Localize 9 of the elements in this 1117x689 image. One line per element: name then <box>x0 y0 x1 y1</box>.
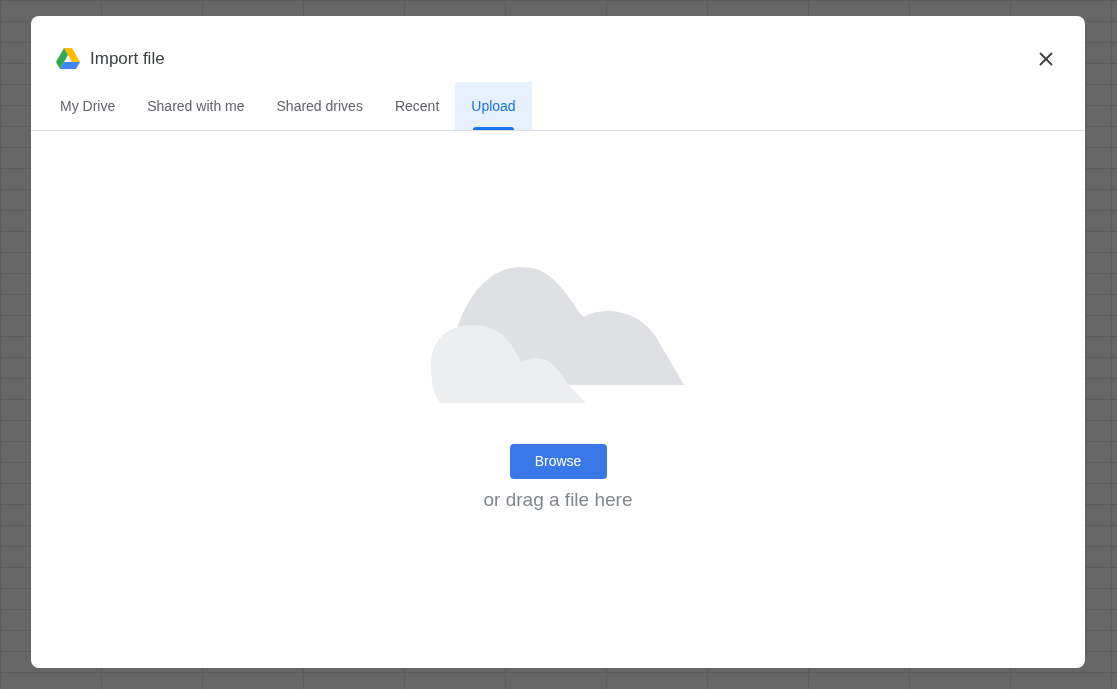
dialog-title: Import file <box>90 47 165 70</box>
tab[interactable]: My Drive <box>44 82 132 130</box>
tab[interactable]: Upload <box>455 82 532 130</box>
tab[interactable]: Shared with me <box>131 82 261 130</box>
tab[interactable]: Recent <box>378 82 456 130</box>
drive-logo-icon <box>56 48 80 69</box>
browse-button[interactable]: Browse <box>509 444 607 479</box>
tab[interactable]: Shared drives <box>260 82 379 130</box>
drop-hint: or drag a file here <box>483 488 633 512</box>
